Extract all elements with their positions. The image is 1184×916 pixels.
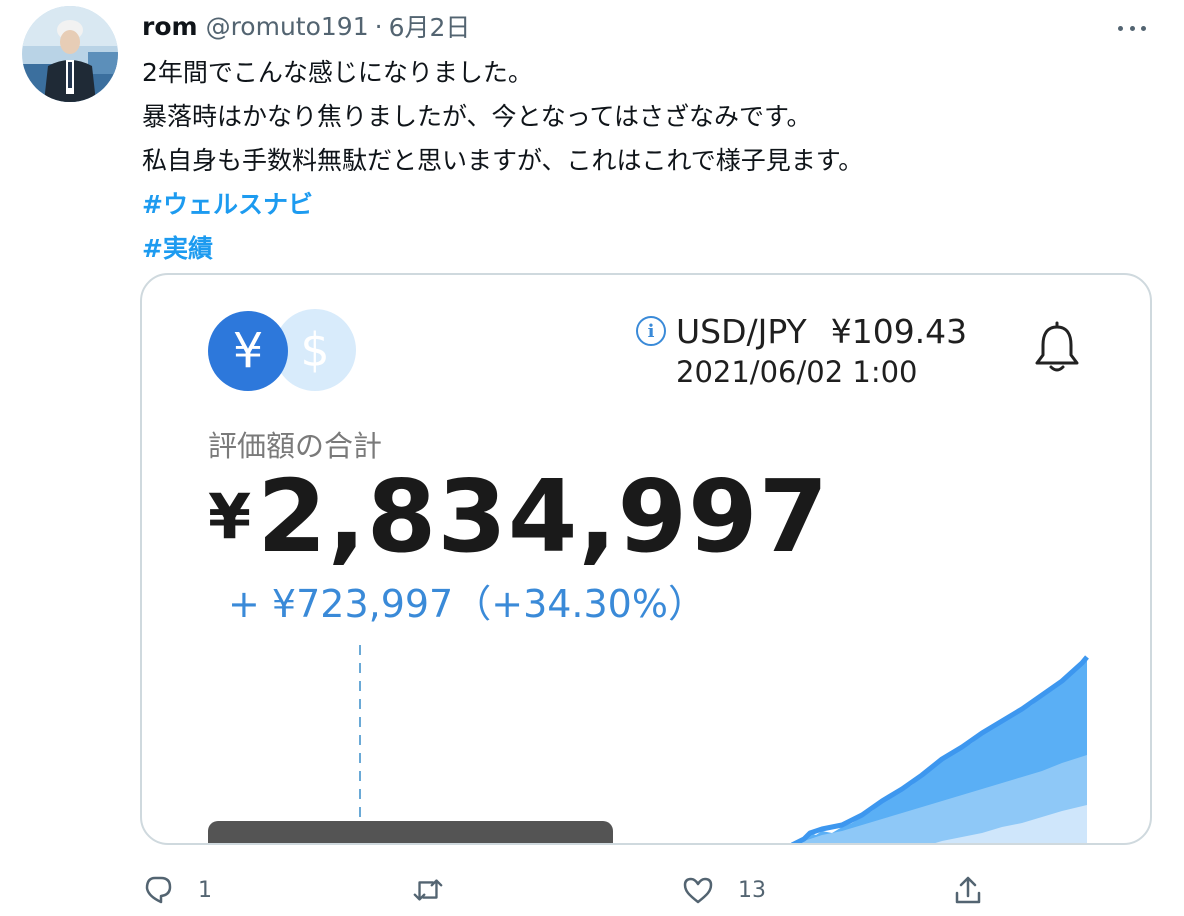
retweet-button[interactable] (412, 868, 468, 912)
more-dot (1129, 25, 1135, 31)
avatar-image (22, 6, 118, 102)
author-name[interactable]: rom (142, 12, 198, 41)
performance-chart (208, 645, 1089, 843)
more-dot (1141, 25, 1146, 31)
more-icon[interactable] (1114, 16, 1150, 40)
tweet-header: rom @romuto191 · 6月2日 (142, 8, 470, 44)
tweet-actions: 1 13 (0, 868, 1184, 912)
reply-icon (145, 876, 172, 904)
total-currency: ¥ (208, 479, 252, 553)
yen-currency-icon[interactable]: ¥ (208, 311, 288, 391)
chart-tooltip (208, 821, 613, 843)
like-count: 13 (738, 877, 766, 903)
tweet-line: 2年間でこんな感じになりました。 (142, 58, 533, 87)
hashtag-link[interactable]: #実績 (142, 234, 213, 263)
total-amount: 2,834,997 (257, 457, 830, 575)
tweet-line: 私自身も手数料無駄だと思いますが、これはこれで様子見ます。 (142, 146, 864, 175)
author-handle[interactable]: @romuto191 (206, 12, 369, 41)
total-value: ¥ 2,834,997 (208, 458, 829, 575)
bell-icon[interactable] (1032, 321, 1082, 375)
share-button[interactable] (952, 868, 984, 912)
like-icon (683, 877, 713, 904)
fx-rate: ¥109.43 (830, 311, 968, 351)
more-dot (1118, 25, 1123, 31)
tweet-text: 2年間でこんな感じになりました。 暴落時はかなり焦りましたが、今となってはさざな… (142, 52, 863, 272)
hashtag-link[interactable]: #ウェルスナビ (142, 190, 313, 219)
fx-rate-row: i USD/JPY ¥109.43 (636, 311, 967, 351)
like-button[interactable]: 13 (682, 868, 766, 912)
info-icon[interactable]: i (636, 316, 666, 346)
separator-dot: · (374, 11, 383, 41)
media-card[interactable]: ¥ $ i USD/JPY ¥109.43 2021/06/02 1:00 評価… (140, 273, 1152, 845)
avatar[interactable] (22, 6, 118, 102)
fx-timestamp: 2021/06/02 1:00 (676, 355, 918, 389)
retweet-icon (413, 879, 443, 901)
reply-button[interactable]: 1 (142, 868, 212, 912)
tweet-line: 暴落時はかなり焦りましたが、今となってはさざなみです。 (142, 102, 812, 131)
share-icon (955, 876, 981, 904)
tweet-date[interactable]: 6月2日 (389, 8, 471, 44)
gain-value: + ¥723,997（+34.30%） (228, 582, 706, 626)
fx-pair: USD/JPY (676, 311, 807, 351)
reply-count: 1 (198, 877, 212, 903)
